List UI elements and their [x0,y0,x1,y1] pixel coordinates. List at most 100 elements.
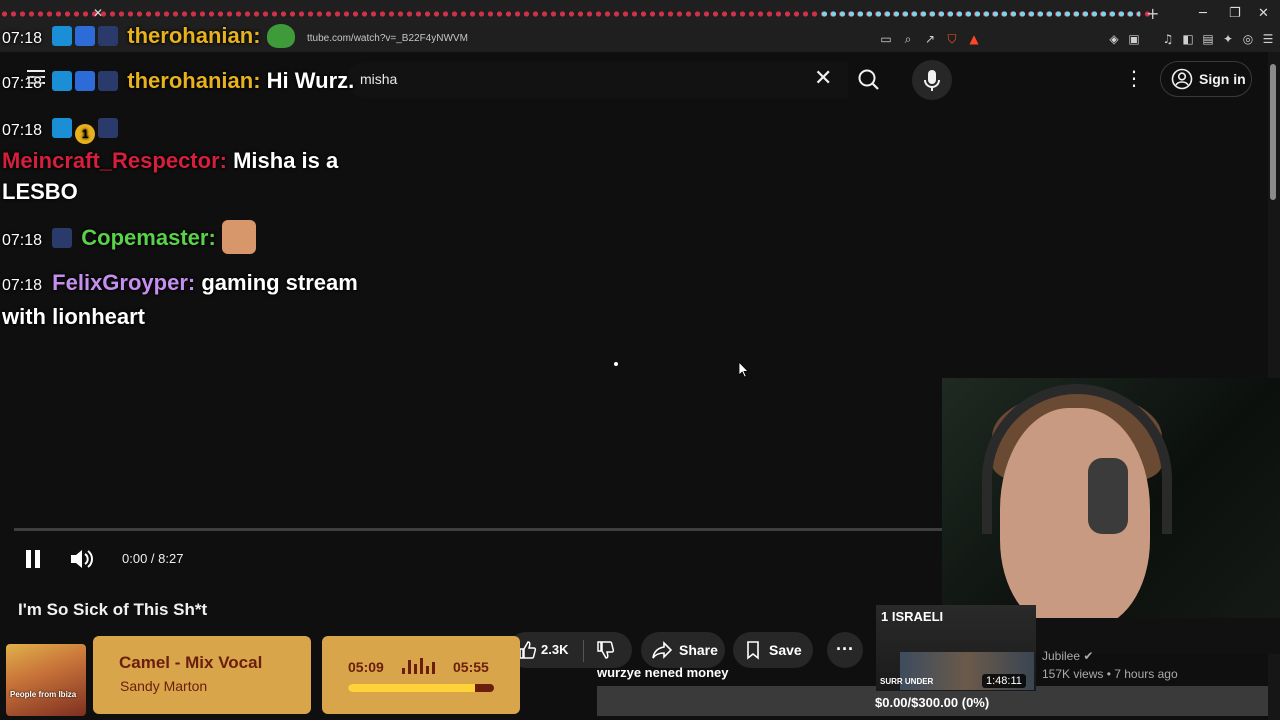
album-art: People from Ibiza [6,644,86,716]
like-count[interactable]: 2.3K [541,642,568,657]
video-duration: 1:48:11 [982,674,1026,688]
close-window-icon[interactable]: ✕ [1258,6,1269,21]
sidebar-icon[interactable]: ◧ [1180,31,1196,47]
brave-shields-icon[interactable]: ⛉ [944,31,960,47]
tab-close-icon[interactable]: ✕ [93,6,103,20]
channel-name[interactable]: Jubilee ✔ [1042,649,1093,663]
verified-icon: ✔ [1083,649,1094,663]
extension-icons: ◈ ▣ ♫ ◧ ▤ ✦ ◎ ☰ [1106,31,1276,47]
song-elapsed-time: 05:09 [348,659,384,675]
mouse-cursor-icon [739,362,749,378]
thumbnail-text: 1 ISRAELI [881,609,944,624]
extension-icon[interactable]: ▣ [1126,31,1142,47]
scrollbar-thumb[interactable] [1270,64,1276,200]
share-page-icon[interactable]: ↗ [922,31,938,47]
search-query[interactable]: misha [360,71,397,87]
clear-search-icon[interactable]: ✕ [814,66,832,91]
share-icon [652,641,673,659]
moderator-badge-icon [52,118,73,138]
equalizer-icon [402,658,435,674]
chat-username: therohanian [127,23,254,48]
screen-cast-icon[interactable]: ▭ [878,31,894,47]
media-icon[interactable]: ♫ [1160,31,1176,47]
song-title: Camel - Mix Vocal [119,653,263,672]
bookmark-icon [747,641,759,660]
minimize-icon[interactable]: ─ [1199,6,1207,21]
sign-in-label: Sign in [1199,71,1246,87]
chat-message: 07:18 therohanian: Hi Wurz. [2,68,355,93]
url-text[interactable]: ttube.com/watch?v=_B22F4yNWVM [307,33,468,44]
chat-text-continuation: LESBO [2,179,78,204]
thumbnail-subtext: SURR UNDER [880,677,934,686]
dislike-icon[interactable] [595,640,615,660]
microphone-icon [924,70,940,91]
donation-message: wurzye nened money [597,665,729,680]
chat-message: 07:18 Copemaster: [2,220,256,258]
maximize-icon[interactable]: ❐ [1229,6,1241,21]
divider [583,640,584,662]
chat-text: Misha is a [233,148,339,173]
chat-username: therohanian [127,68,254,93]
video-title: I'm So Sick of This Sh*t [18,600,208,619]
user-badge-icon [98,118,119,138]
sub-badge-icon [75,71,96,91]
song-progress-fill [348,684,476,692]
volume-icon [71,550,93,568]
pause-button[interactable] [22,548,44,570]
pinned-tabs-secondary[interactable] [820,9,1140,19]
sign-in-button[interactable]: Sign in [1160,61,1252,97]
song-total-time: 05:55 [453,659,489,675]
wallet-icon[interactable]: ▤ [1200,31,1216,47]
chat-text-continuation: with lionheart [2,304,145,329]
search-input[interactable] [346,62,848,98]
face-emote-icon [221,220,256,254]
new-tab-icon[interactable]: + [1146,4,1159,23]
like-icon[interactable] [517,640,537,660]
chat-username: Copemaster [81,225,209,250]
more-actions-icon[interactable]: ··· [827,632,863,668]
chat-timestamp: 07:18 [2,277,43,294]
share-label: Share [679,642,718,658]
zoom-icon[interactable]: ⌕ [900,31,916,47]
separator [1146,31,1156,47]
moderator-badge-icon [52,26,73,46]
song-progress-bar [348,684,494,692]
donation-goal-text: $0.00/$300.00 (0%) [875,695,990,710]
video-progress-bar[interactable] [14,528,942,531]
account-icon [1171,68,1193,90]
chat-message-body: Meincraft_Respector: Misha is a [2,148,339,173]
now-playing-song-panel [93,636,311,714]
leo-icon[interactable]: ✦ [1220,31,1236,47]
brave-rewards-icon[interactable]: ▲ [966,31,982,47]
chat-message: 07:18 FelixGroyper: gaming stream [2,270,358,295]
user-badge-icon [52,228,73,248]
chat-timestamp: 07:18 [2,232,43,249]
song-artist: Sandy Marton [120,678,208,694]
chat-text: Hi Wurz. [266,68,355,93]
now-playing-timer-panel [322,636,520,714]
save-label: Save [769,642,802,658]
search-button[interactable] [849,62,889,98]
vpn-icon[interactable]: ◎ [1240,31,1256,47]
chat-timestamp: 07:18 [2,75,43,92]
search-icon [858,69,879,90]
voice-search-button[interactable] [912,60,952,100]
chat-timestamp: 07:18 [2,30,43,47]
save-button[interactable]: Save [733,632,813,668]
chat-username: FelixGroyper [52,270,188,295]
volume-button[interactable] [68,546,96,572]
share-button[interactable]: Share [641,632,725,668]
chat-text: gaming stream [201,270,358,295]
settings-more-icon[interactable]: ⋮ [1124,66,1144,90]
album-art-text: People from Ibiza [10,690,77,699]
chat-username: Meincraft_Respector [2,148,220,173]
pepe-emote-icon [266,24,295,48]
player-time: 0:00 / 8:27 [122,551,184,566]
user-badge-icon [98,26,119,46]
moderator-badge-icon [52,71,73,91]
gift-badge-icon: 1 [75,124,96,144]
user-badge-icon [98,71,119,91]
menu-icon[interactable]: ☰ [1260,31,1276,47]
extension-icon[interactable]: ◈ [1106,31,1122,47]
chat-message: 07:18 1 [2,111,121,148]
